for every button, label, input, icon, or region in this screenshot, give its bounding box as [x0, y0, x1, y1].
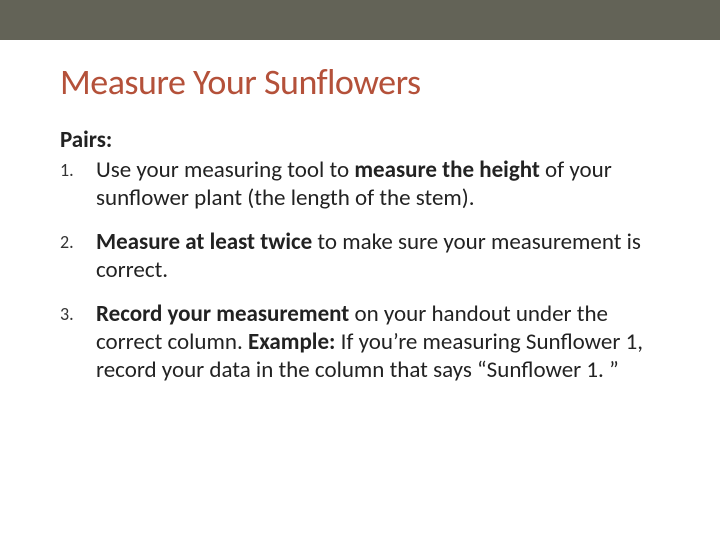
step-text-bold: Example:: [248, 328, 335, 356]
pairs-label: Pairs:: [60, 126, 660, 154]
step-text-bold: Record your measurement: [96, 300, 349, 328]
step-item: 3.Record your measurement on your handou…: [60, 300, 660, 384]
slide-content: Measure Your Sunflowers Pairs: 1. Use you…: [0, 40, 720, 420]
step-item: 1. Use your measuring tool to measure the…: [60, 156, 660, 212]
step-marker: 3.: [60, 304, 74, 326]
step-marker: 2.: [60, 232, 74, 254]
page-title: Measure Your Sunflowers: [60, 60, 660, 104]
top-bar: [0, 0, 720, 40]
step-text: Use your measuring tool to: [96, 156, 354, 184]
step-text-bold: Measure at least twice: [96, 228, 312, 256]
step-text-bold: measure the height: [354, 156, 540, 184]
steps-list: 1. Use your measuring tool to measure the…: [60, 156, 660, 384]
step-item: 2.Measure at least twice to make sure yo…: [60, 228, 660, 284]
step-marker: 1.: [60, 160, 74, 182]
